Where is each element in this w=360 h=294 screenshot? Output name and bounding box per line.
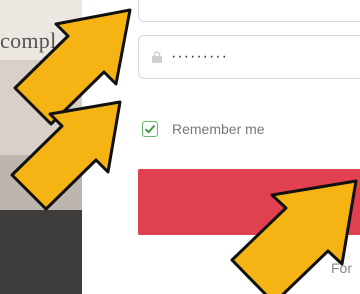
pointer-arrow-icon	[10, 8, 358, 294]
